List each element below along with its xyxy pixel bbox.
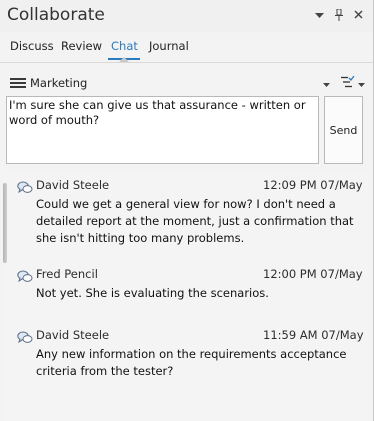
filter-dropdown-icon[interactable]: [358, 80, 365, 89]
scrollbar-thumb[interactable]: [3, 183, 7, 263]
close-icon[interactable]: [351, 9, 365, 23]
tab-review[interactable]: Review: [61, 39, 102, 53]
send-button[interactable]: Send: [324, 96, 363, 164]
message-timestamp: 12:09 PM 07/May: [263, 178, 363, 192]
message-author: David Steele: [36, 178, 110, 192]
pin-icon[interactable]: [332, 8, 346, 23]
tab-divider: [0, 62, 373, 63]
chat-bubbles-icon: [17, 329, 33, 344]
channel-dropdown-icon[interactable]: [323, 80, 330, 89]
panel-title: Collaborate: [7, 5, 105, 25]
message-timestamp: 11:59 AM 07/May: [263, 328, 364, 342]
message-text: Any new information on the requirements …: [36, 347, 347, 378]
title-bar: Collaborate: [0, 0, 373, 32]
tab-journal[interactable]: Journal: [149, 39, 189, 53]
chevron-down-icon[interactable]: [312, 9, 326, 23]
tab-discuss[interactable]: Discuss: [10, 39, 54, 53]
chat-bubbles-icon: [17, 268, 33, 283]
hamburger-menu-icon[interactable]: [10, 78, 26, 88]
message-author: David Steele: [36, 328, 110, 342]
message-input[interactable]: I'm sure she can give us that assurance …: [6, 96, 319, 164]
message-text: Could we get a general view for now? I d…: [36, 197, 354, 245]
chat-toolbar: Marketing: [0, 72, 373, 94]
message-timestamp: 12:00 PM 07/May: [263, 267, 363, 281]
message-author: Fred Pencil: [36, 267, 98, 281]
channel-name: Marketing: [30, 76, 88, 90]
tab-chat[interactable]: Chat: [111, 39, 138, 53]
message-list[interactable]: David Steele 12:09 PM 07/May Could we ge…: [3, 171, 371, 421]
tab-bar: Discuss Review Chat Journal: [0, 36, 373, 60]
chat-bubbles-icon: [17, 179, 33, 194]
filter-list-icon[interactable]: [341, 75, 355, 89]
collaborate-panel: Collaborate Discuss Review Chat Journal: [0, 0, 374, 421]
message-text: Not yet. She is evaluating the scenarios…: [36, 286, 269, 300]
